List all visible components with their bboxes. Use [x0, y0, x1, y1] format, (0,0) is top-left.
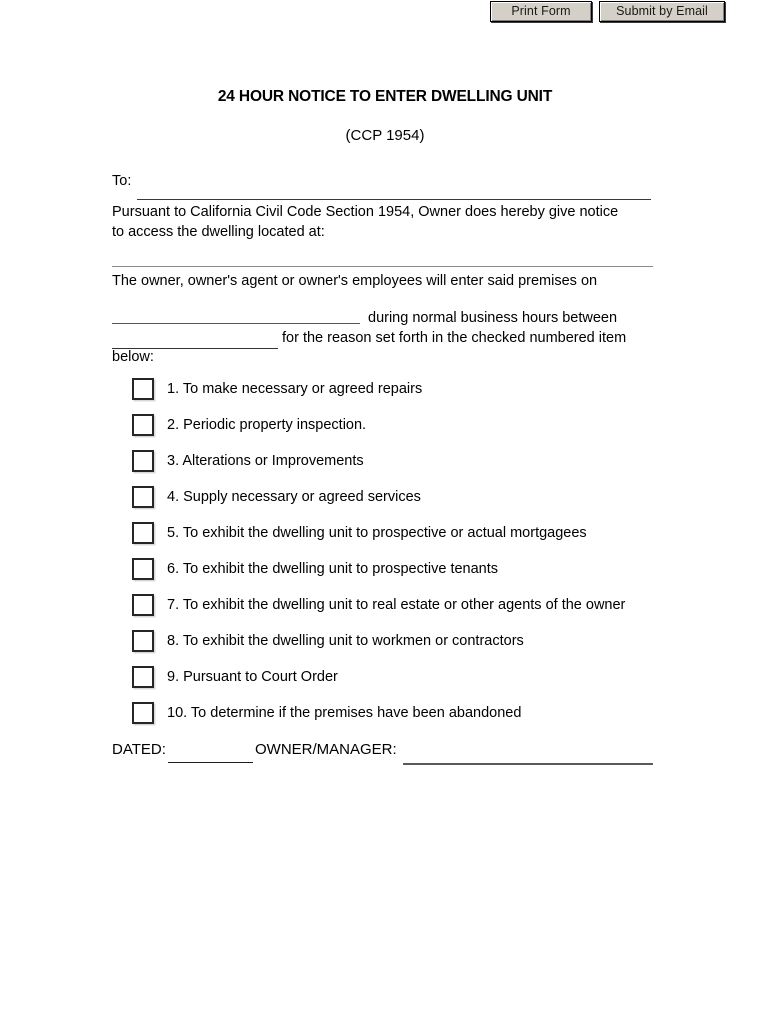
entry-time-fill-line[interactable] — [112, 348, 278, 349]
form-toolbar: Print Form Submit by Email — [0, 1, 770, 25]
checklist-item-label: 6. To exhibit the dwelling unit to prosp… — [167, 561, 499, 577]
checklist-item-label: 7. To exhibit the dwelling unit to real … — [167, 597, 626, 613]
checklist-item-label: 1. To make necessary or agreed repairs — [167, 381, 423, 397]
checklist-item-label: 2. Periodic property inspection. — [167, 417, 367, 433]
dated-fill-line[interactable] — [168, 762, 253, 763]
checklist-row: 2. Periodic property inspection. — [132, 414, 732, 450]
intro-text-main: Pursuant to California Civil Code Sectio… — [112, 204, 619, 220]
checklist-item-label: 5. To exhibit the dwelling unit to prosp… — [167, 525, 587, 541]
checklist-row: 3. Alterations or Improvements — [132, 450, 732, 486]
checkbox-reason-2[interactable] — [132, 414, 154, 436]
checkbox-reason-5[interactable] — [132, 522, 154, 544]
checkbox-reason-9[interactable] — [132, 666, 154, 688]
reason-checklist: 1. To make necessary or agreed repairs 2.… — [132, 378, 732, 738]
page-title: 24 HOUR NOTICE TO ENTER DWELLING UNIT — [217, 88, 553, 105]
checklist-item-label: 9. Pursuant to Court Order — [167, 669, 338, 685]
checkbox-reason-8[interactable] — [132, 630, 154, 652]
owner-manager-fill-line[interactable] — [403, 763, 653, 765]
checklist-row: 7. To exhibit the dwelling unit to real … — [132, 594, 732, 630]
entry-line-2: during normal business hours between — [368, 310, 618, 326]
checklist-row: 6. To exhibit the dwelling unit to prosp… — [132, 558, 732, 594]
dated-label: DATED: — [112, 741, 166, 758]
intro-paragraph: Pursuant to California Civil Code Sectio… — [112, 202, 652, 242]
signature-footer: DATED: OWNER/MANAGER: — [112, 741, 672, 771]
checkbox-reason-3[interactable] — [132, 450, 154, 472]
checklist-item-label: 3. Alterations or Improvements — [167, 453, 364, 469]
owner-manager-label: OWNER/MANAGER: — [255, 741, 397, 758]
to-label: To: — [112, 173, 132, 189]
checklist-item-label: 10. To determine if the premises have be… — [167, 705, 522, 721]
checkbox-reason-4[interactable] — [132, 486, 154, 508]
checkbox-reason-6[interactable] — [132, 558, 154, 580]
entry-date-fill-line[interactable] — [112, 323, 360, 324]
checklist-row: 9. Pursuant to Court Order — [132, 666, 732, 702]
entry-line-3: for the reason set forth in the checked … — [282, 330, 627, 346]
entry-line-4: below: — [112, 349, 154, 365]
checklist-row: 1. To make necessary or agreed repairs — [132, 378, 732, 414]
checkbox-reason-7[interactable] — [132, 594, 154, 616]
checklist-item-label: 4. Supply necessary or agreed services — [167, 489, 421, 505]
checklist-row: 5. To exhibit the dwelling unit to prosp… — [132, 522, 732, 558]
to-fill-line[interactable] — [137, 199, 651, 200]
checklist-row: 10. To determine if the premises have be… — [132, 702, 732, 738]
checklist-item-label: 8. To exhibit the dwelling unit to workm… — [167, 633, 524, 649]
page-subtitle: (CCP 1954) — [345, 127, 425, 144]
checklist-row: 8. To exhibit the dwelling unit to workm… — [132, 630, 732, 666]
checkbox-reason-1[interactable] — [132, 378, 154, 400]
entry-line-1: The owner, owner's agent or owner's empl… — [112, 273, 598, 289]
submit-by-email-button[interactable]: Submit by Email — [599, 1, 725, 22]
checklist-row: 4. Supply necessary or agreed services — [132, 486, 732, 522]
checkbox-reason-10[interactable] — [132, 702, 154, 724]
intro-text-last: to access the dwelling located at: — [112, 224, 325, 240]
address-fill-line[interactable] — [112, 266, 653, 267]
print-form-button[interactable]: Print Form — [490, 1, 592, 22]
